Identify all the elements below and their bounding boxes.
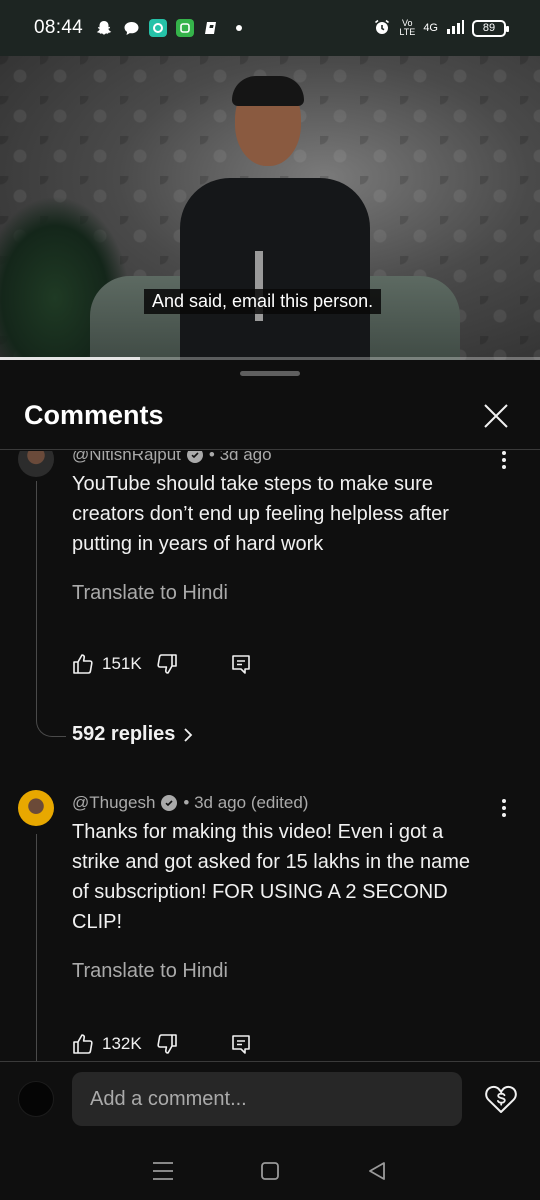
chevron-right-icon [184,727,193,742]
like-count: 132K [102,1034,142,1053]
comment-text: YouTube should take steps to make sure c… [72,473,449,555]
signal-icon [446,19,464,38]
like-button[interactable]: 151K [72,653,142,675]
status-time: 08:44 [34,17,84,38]
comment-text: Thanks for making this video! Even i got… [72,821,471,933]
thread-line [36,834,37,1063]
comment-more-button[interactable] [492,451,516,474]
chat-bubble-icon [122,19,140,37]
more-vertical-icon [502,799,506,817]
home-button[interactable] [250,1151,290,1191]
system-status: Vo LTE 4G 89 [373,18,509,39]
comments-title: Comments [24,400,164,430]
comment-time: • 3d ago (edited) [183,793,309,812]
battery-level: 89 [482,22,496,34]
super-thanks-button[interactable] [482,1080,520,1118]
more-vertical-icon [502,451,506,469]
reply-icon [231,1035,250,1054]
replies-link[interactable]: 592 replies [72,723,193,746]
video-caption: And said, email this person. [144,289,382,314]
user-avatar [18,1081,54,1117]
translate-button[interactable]: Translate to Hindi [72,582,228,605]
thumbs-down-icon [157,654,177,674]
comment-actions: 151K [72,650,252,678]
thumbs-down-icon [157,1034,177,1054]
comment-time: • 3d ago [208,451,272,464]
avatar[interactable] [18,790,54,826]
home-square-icon [261,1161,279,1180]
comments-header: Comments [0,382,540,450]
translate-button[interactable]: Translate to Hindi [72,960,228,983]
video-player[interactable]: And said, email this person. [0,56,540,360]
comment-meta: @Thugesh • 3d ago (edited) [72,793,308,813]
add-comment-bar [0,1061,540,1141]
alarm-icon [373,18,391,39]
avatar[interactable] [18,451,54,477]
volte-icon: Vo LTE [399,18,416,37]
close-button[interactable] [476,396,516,436]
video-person [180,76,370,360]
comment-actions: 132K [72,1030,252,1058]
app-icon-green [176,19,195,37]
comments-sheet: Comments @NitishRajput • 3d ago YouTube … [0,360,540,1200]
super-thanks-icon [485,1085,517,1113]
like-button[interactable]: 132K [72,1033,142,1055]
comment-meta: @NitishRajput • 3d ago [72,451,272,465]
thread-line [36,481,37,721]
thumbs-up-icon [73,1034,93,1054]
reply-icon [231,655,250,674]
back-triangle-icon [368,1161,385,1180]
add-comment-input[interactable] [72,1072,462,1126]
system-nav-bar [0,1141,540,1200]
snapchat-icon [95,19,113,37]
verified-icon [186,451,203,463]
reply-button[interactable] [230,1033,252,1055]
verified-icon [161,795,178,811]
menu-icon [153,1161,174,1180]
thread-curve [36,719,66,737]
like-count: 151K [102,654,142,673]
recents-button[interactable] [143,1151,183,1191]
network-label: 4G [423,22,438,34]
comment-more-button[interactable] [492,794,516,822]
back-button[interactable] [357,1151,397,1191]
battery-icon: 89 [472,19,509,37]
reply-button[interactable] [230,653,252,675]
dislike-button[interactable] [156,653,178,675]
notification-icons [95,19,248,37]
comment-author[interactable]: @Thugesh [72,793,155,813]
status-bar: 08:44 Vo LTE 4G 89 [0,0,540,56]
app-icon-teal [149,19,168,37]
dot-icon [230,19,248,37]
comments-list[interactable]: @NitishRajput • 3d ago YouTube should ta… [0,451,540,1063]
replies-count: 592 replies [72,723,176,745]
dislike-button[interactable] [156,1033,178,1055]
drag-handle[interactable] [240,371,300,376]
thumbs-up-icon [73,654,93,674]
app-icon-b [203,19,221,37]
close-icon [484,403,508,428]
comment-author[interactable]: @NitishRajput [72,451,181,465]
